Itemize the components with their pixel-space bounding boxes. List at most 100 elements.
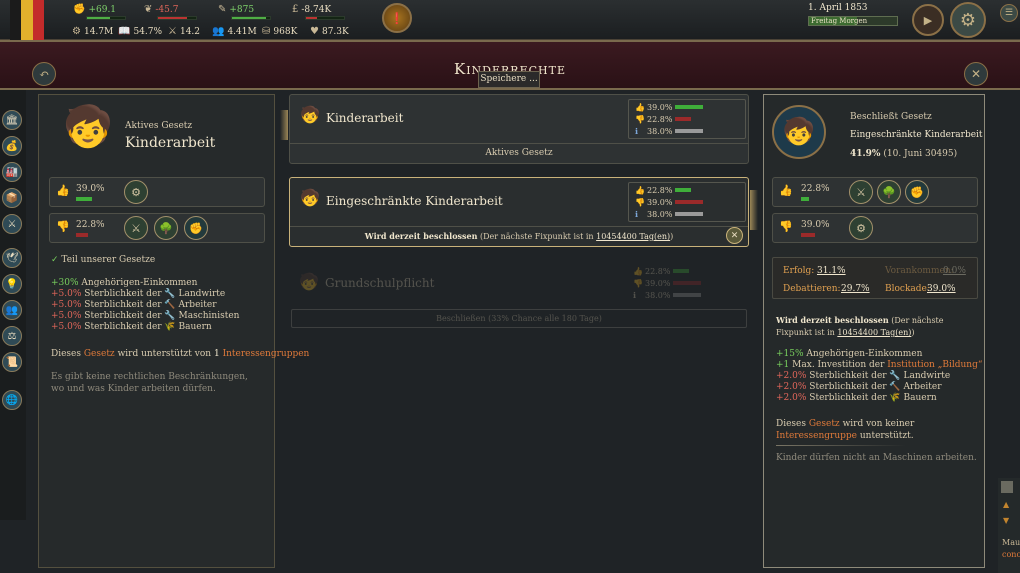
rural-folk-icon[interactable]: 🌳	[877, 180, 901, 204]
edge-widget: ▲ ▼ Mau conc	[998, 478, 1020, 573]
close-icon: ✕	[970, 67, 982, 81]
oppose-bar	[675, 212, 703, 216]
intelligentsia-icon[interactable]: ⚔	[124, 216, 148, 240]
info-icon: ℹ	[635, 127, 639, 136]
law-flavor-text: Kinder dürfen nicht an Maschinen arbeite…	[776, 453, 977, 463]
industrialists-icon[interactable]: ⚙	[849, 216, 873, 240]
left-effects-list: +30% Angehörigen-Einkommen +5.0% Sterbli…	[51, 278, 261, 338]
authority-icon: ✊	[73, 4, 86, 15]
army-icon: ⚔	[168, 26, 177, 37]
trade-unions-icon[interactable]: ✊	[184, 216, 208, 240]
intelligentsia-icon[interactable]: ⚔	[849, 180, 873, 204]
edge-label: conc	[1002, 550, 1020, 559]
rural-folk-icon[interactable]: 🌳	[154, 216, 178, 240]
military-icon[interactable]: ⚔	[2, 214, 22, 234]
authority-bar	[86, 16, 126, 20]
debate-value: 29.7%	[841, 284, 870, 294]
active-law-panel: 🧒 Aktives Gesetz Kinderarbeit 👍 39.0% ⚙ …	[38, 94, 309, 568]
army-stat[interactable]: ⚔ 14.2	[168, 26, 200, 37]
diplomacy-icon[interactable]: 🕊	[2, 248, 22, 268]
politics-icon[interactable]: ⚖	[2, 326, 22, 346]
influence-stat[interactable]: ❦ -45.7	[144, 4, 178, 15]
interest-group-link[interactable]: Interessengruppe	[776, 431, 857, 441]
tech-icon[interactable]: 💡	[2, 274, 22, 294]
gdp-stat[interactable]: ⚙ 14.7M	[72, 26, 113, 37]
interest-groups-link[interactable]: Interessengruppen	[223, 349, 310, 359]
country-flag[interactable]	[10, 0, 44, 44]
law-link[interactable]: Gesetz	[809, 419, 840, 429]
oppose-bar	[673, 293, 701, 297]
check-icon: ✓	[51, 255, 59, 265]
budget-icon[interactable]: 💰	[2, 136, 22, 156]
law-name: Kinderarbeit	[326, 111, 404, 125]
map-mode-icon[interactable]: 🌐	[2, 390, 22, 410]
debate-label: Debattieren:	[783, 284, 841, 294]
population-nav-icon[interactable]: 👥	[2, 300, 22, 320]
support-icon: 👍	[633, 267, 643, 276]
law-stance-box: 👍 39.0% 👎 22.8% ℹ 38.0%	[628, 99, 746, 139]
support-percent: 22.8%	[645, 267, 671, 276]
law-figure-icon: 🧒	[63, 104, 113, 150]
effect-line: +2.0% Sterblichkeit der 🔧 Landwirte	[776, 371, 951, 381]
effect-line: +5.0% Sterblichkeit der 🔧 Maschinisten	[51, 311, 240, 321]
expand-down-icon[interactable]: ▼	[1003, 516, 1009, 525]
money-stat[interactable]: £ -8.74K	[292, 4, 331, 15]
left-arrow-tab	[280, 110, 288, 140]
top-bar: ✊ +69.1 ❦ -45.7 ✎ +875 £ -8.74K ⚙ 14.7M 📖 54.7…	[0, 0, 1020, 44]
law-card-enacting[interactable]: 🧒 Eingeschränkte Kinderarbeit 👍 22.8% 👎 39…	[289, 177, 749, 247]
market-icon[interactable]: 📦	[2, 188, 22, 208]
law-link[interactable]: Gesetz	[84, 349, 115, 359]
support-percent: 22.8%	[647, 186, 673, 195]
journal-icon[interactable]: 📜	[2, 352, 22, 372]
day-label: Freitag Morgen	[811, 17, 868, 25]
support-bar	[76, 197, 92, 201]
law-group-line: ✓ Teil unserer Gesetze	[51, 255, 155, 265]
thumbs-down-icon: 👎	[779, 220, 793, 233]
enact-button[interactable]: Beschließen (33% Chance alle 180 Tage)	[291, 309, 747, 328]
authority-stat[interactable]: ✊ +69.1	[73, 4, 116, 15]
enact-progress: 41.9% (10. Juni 30495)	[850, 149, 958, 159]
gear-icon: ⚙	[959, 9, 977, 31]
prestige-stat[interactable]: ♥ 87.3K	[310, 26, 349, 37]
population-stat[interactable]: 👥 4.41M	[212, 26, 257, 37]
law-name: Grundschulpflicht	[325, 276, 435, 290]
law-card-active[interactable]: 🧒 Kinderarbeit 👍 39.0% 👎 22.8% ℹ 38.0% Akti…	[289, 94, 749, 164]
support-row: 👍 22.8% ⚔ 🌳 ✊	[772, 177, 978, 207]
law-figure-icon: 🧒	[300, 105, 320, 124]
thumbs-up-icon: 👍	[56, 184, 70, 197]
effect-line: +15% Angehörigen-Einkommen	[776, 349, 923, 359]
bureaucracy-icon: ✎	[218, 4, 227, 15]
expand-up-icon[interactable]: ▲	[1003, 500, 1009, 509]
outliner-icon[interactable]	[1001, 481, 1013, 493]
support-summary: Dieses Gesetz wird unterstützt von 1 Int…	[51, 349, 310, 359]
influence-icon: ❦	[144, 4, 153, 15]
journal-button[interactable]: ❗	[382, 3, 412, 33]
industrialists-icon[interactable]: ⚙	[124, 180, 148, 204]
trade-unions-icon[interactable]: ✊	[905, 180, 929, 204]
close-button[interactable]: ✕	[964, 62, 988, 86]
effect-line: +5.0% Sterblichkeit der 🌾 Bauern	[51, 322, 212, 332]
buildings-icon[interactable]: 🏭	[2, 162, 22, 182]
effect-line: +30% Angehörigen-Einkommen	[51, 278, 198, 288]
support-icon: 👍	[635, 103, 645, 112]
government-icon[interactable]: 🏛	[2, 110, 22, 130]
effect-line: +1 Max. Investition der Institution „Bil…	[776, 360, 983, 370]
support-bar	[675, 188, 691, 192]
cancel-enact-button[interactable]: ✕	[726, 227, 743, 244]
law-figure-icon: 🧒	[299, 272, 319, 291]
income-stat[interactable]: ⛁ 968K	[262, 26, 297, 37]
support-percent: 39.0%	[647, 103, 673, 112]
play-button[interactable]: ▶	[912, 4, 944, 36]
settings-button[interactable]: ☰	[1000, 4, 1018, 22]
block-label: Blockade:	[885, 284, 930, 294]
literacy-stat[interactable]: 📖 54.7%	[118, 26, 162, 37]
institution-link[interactable]: Institution „Bildung“	[887, 360, 982, 370]
active-law-name: Kinderarbeit	[125, 135, 216, 151]
law-card-disabled[interactable]: 🧒 Grundschulpflicht 👍 22.8% 👎 39.0% ℹ 38.0%…	[289, 262, 749, 332]
edge-label: Mau	[1002, 538, 1020, 547]
enacting-heading: Beschließt Gesetz	[850, 112, 932, 122]
support-row: 👍 39.0% ⚙	[49, 177, 265, 207]
bureaucracy-stat[interactable]: ✎ +875	[218, 4, 254, 15]
speed-dial[interactable]: ⚙	[950, 2, 986, 38]
gdp-icon: ⚙	[72, 26, 81, 37]
